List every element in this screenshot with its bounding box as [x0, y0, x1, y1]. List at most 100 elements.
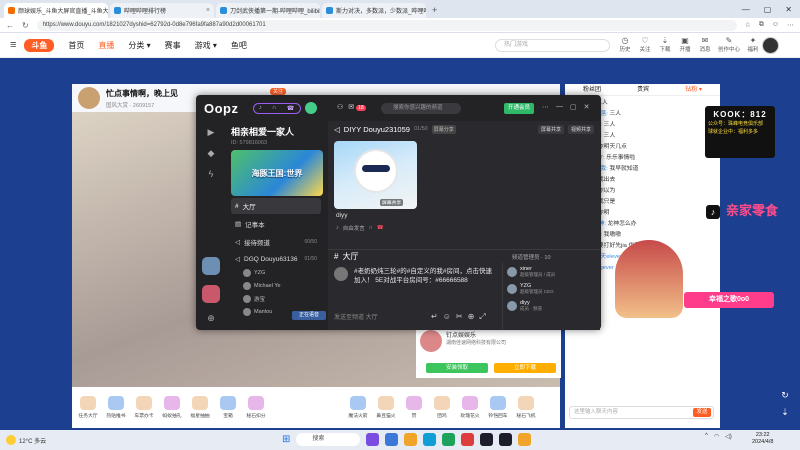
app-icon[interactable]	[366, 433, 380, 446]
ad-download-button[interactable]: 立即下载	[494, 363, 556, 373]
gem-icon[interactable]: ◆	[208, 148, 215, 159]
hangup-icon[interactable]: ☎	[287, 105, 294, 112]
download-icon[interactable]: ⇣	[776, 407, 794, 418]
menu-icon[interactable]: ≡	[10, 39, 16, 51]
close-tab-icon[interactable]: ×	[206, 7, 210, 14]
send-button[interactable]: 发送	[693, 408, 711, 417]
tab-fans[interactable]: 粉丝团	[583, 84, 601, 95]
nav-fishbar[interactable]: 鱼吧	[231, 40, 247, 51]
hangup-icon[interactable]: ☎	[377, 225, 384, 231]
gift-item[interactable]: 鼻豆猫火	[374, 396, 398, 419]
gift-item[interactable]: 魔法火箭	[346, 396, 370, 419]
gift-item[interactable]: 铃铛回车	[486, 396, 510, 419]
enter-icon[interactable]: ↵	[431, 312, 438, 322]
oopz-app-icon[interactable]	[499, 433, 513, 446]
url-field[interactable]: https://www.douyu.com/1821027dyshid=6279…	[36, 19, 737, 31]
voice-status-tag[interactable]: 正在语音	[292, 311, 326, 320]
admin-item[interactable]: diyy 成员 · 频道	[507, 300, 596, 312]
add-server-icon[interactable]: ⊕	[207, 313, 215, 324]
message-avatar[interactable]	[334, 267, 348, 281]
nav-home[interactable]: 首页	[68, 40, 84, 51]
server-name[interactable]: 相亲相爱一家人	[231, 125, 321, 138]
ad-install-button[interactable]: 安装领取	[426, 363, 488, 373]
nav-category[interactable]: 分类 ▾	[128, 40, 150, 51]
douyu-logo[interactable]: 斗鱼	[24, 38, 55, 52]
clock[interactable]: 23:22 2024/4/8	[752, 432, 773, 446]
server-avatar[interactable]	[202, 285, 220, 303]
oopz-search-input[interactable]: 搜索你感兴趣的频道	[381, 103, 461, 114]
play-icon[interactable]: ▶	[208, 127, 215, 138]
header-create[interactable]: ✎ 创作中心	[718, 36, 740, 53]
headset-icon[interactable]: ∩	[369, 225, 373, 231]
maximize-icon[interactable]: ▢	[570, 103, 577, 111]
tab-vip[interactable]: 贵宾	[637, 84, 649, 95]
browser-tab-bilibili-video[interactable]: 刀剑武侠播第一期-哔哩哔哩_bilibili×	[216, 3, 320, 18]
edge-icon[interactable]	[385, 433, 399, 446]
refresh-icon[interactable]: ↻	[776, 390, 794, 401]
voice-member[interactable]: Michael Ye	[231, 279, 321, 292]
minimize-icon[interactable]: —	[556, 103, 563, 111]
plus-icon[interactable]: ⊕	[468, 312, 475, 322]
header-follow[interactable]: ♡ 关注	[638, 36, 652, 53]
channel-dgq[interactable]: ◁ DGQ Douyu63136 01/50	[231, 252, 321, 266]
gift-item[interactable]: 秘石飞机	[514, 396, 538, 419]
wifi-icon[interactable]: ◠	[714, 433, 719, 440]
extensions-icon[interactable]: ⧉	[759, 21, 764, 29]
star-icon[interactable]: ☆	[745, 21, 751, 29]
channel-reception[interactable]: ◁ 接待频道 00/50	[231, 234, 321, 250]
mute-mode-label[interactable]: 自由发言	[343, 224, 365, 232]
header-welfare[interactable]: ✦ 福利	[746, 36, 760, 53]
header-messages[interactable]: ✉ 消息	[698, 36, 712, 53]
gift-item[interactable]: 团鸡	[430, 396, 454, 419]
gift-item[interactable]: 福星抽抽	[188, 396, 212, 419]
tab-diamond[interactable]: 钻粉 ▾	[685, 84, 702, 95]
gift-item[interactable]: 车票办卡	[132, 396, 156, 419]
store-icon[interactable]	[423, 433, 437, 446]
friends-icon[interactable]: ⚇	[337, 103, 343, 111]
settings-icon[interactable]: ⋯	[542, 103, 549, 111]
gift-item[interactable]: 赞	[402, 396, 426, 419]
header-history[interactable]: ◷ 历史	[618, 36, 632, 53]
voice-member[interactable]: YZG	[231, 266, 321, 279]
server-avatar[interactable]	[202, 257, 220, 275]
emoji-icon[interactable]: ☺	[443, 312, 451, 322]
refresh-icon[interactable]: ↻	[22, 21, 29, 30]
channel-hall[interactable]: # 大厅	[231, 198, 321, 214]
steam-icon[interactable]	[480, 433, 494, 446]
gift-item[interactable]: 热贴推书	[104, 396, 128, 419]
gift-item[interactable]: 蚂蚁抽礼	[160, 396, 184, 419]
profile-icon[interactable]: ☺	[772, 21, 779, 29]
gift-item[interactable]: 宝箱	[216, 396, 240, 419]
channel-notes[interactable]: ▤ 记事本	[231, 216, 321, 232]
gift-item[interactable]: 秘石扣分	[244, 396, 268, 419]
voice-member[interactable]: 游宝	[231, 292, 321, 305]
chat-app-icon[interactable]	[442, 433, 456, 446]
oopz-user-avatar[interactable]	[304, 102, 317, 114]
gift-item[interactable]: 玫瑰花火	[458, 396, 482, 419]
browser-tab-douyu[interactable]: 颜球娱乐_斗鱼大屏官直播_斗鱼大...×	[4, 3, 108, 18]
video-share-button[interactable]: 视频共享	[567, 124, 594, 134]
screen-share-button[interactable]: 屏幕共享	[537, 124, 564, 134]
browser-tab-bilibili-rank[interactable]: 哔哩哔哩排行榜 ×	[110, 3, 214, 18]
lightning-icon[interactable]: ϟ	[209, 169, 214, 179]
close-window-icon[interactable]: ✕	[785, 5, 792, 14]
nav-events[interactable]: 赛事	[165, 40, 181, 51]
nav-games[interactable]: 游戏 ▾	[195, 40, 217, 51]
notification-icon[interactable]: ✉ 18	[348, 103, 366, 111]
header-stream[interactable]: ▣ 开播	[678, 36, 692, 53]
headset-icon[interactable]: ∩	[272, 105, 276, 111]
minimize-icon[interactable]: —	[742, 5, 750, 14]
back-arrow-icon[interactable]: ←	[6, 21, 14, 30]
close-icon[interactable]: ✕	[584, 103, 590, 111]
scissors-icon[interactable]: ✂	[456, 312, 463, 322]
search-input[interactable]: 热门游戏	[495, 39, 610, 52]
volume-icon[interactable]: ◁)	[725, 433, 732, 440]
weather-widget[interactable]: 12°C 多云	[6, 435, 46, 445]
app-icon[interactable]	[518, 433, 532, 446]
chevron-up-icon[interactable]: ^	[705, 433, 708, 440]
follow-badge[interactable]: 关注	[270, 88, 287, 95]
taskbar-search[interactable]: 搜索	[296, 433, 361, 446]
more-icon[interactable]: ⋯	[787, 21, 794, 29]
server-banner[interactable]: 海豚王国:世界	[231, 150, 323, 196]
folder-icon[interactable]	[404, 433, 418, 446]
